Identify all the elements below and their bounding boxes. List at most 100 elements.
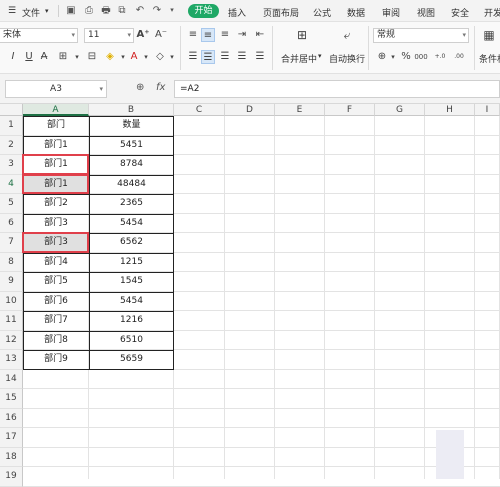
font-color-dropdown-icon[interactable]: ▾: [139, 50, 153, 64]
menu-icon[interactable]: ☰: [8, 6, 16, 16]
border-icon[interactable]: ⊞: [56, 50, 70, 64]
font-size-select[interactable]: 11 ▾: [84, 28, 134, 43]
wrap-text-icon[interactable]: ⤶: [337, 28, 357, 42]
align-right-icon[interactable]: ☰: [218, 50, 232, 64]
distributed-icon[interactable]: ☰: [253, 50, 267, 64]
outdent-icon[interactable]: ⇤: [253, 28, 267, 42]
merge-center-label[interactable]: 合并居中: [281, 52, 317, 65]
tab-security[interactable]: 安全: [451, 6, 469, 19]
select-all-corner[interactable]: [0, 104, 23, 116]
header-cell[interactable]: 数量: [89, 116, 174, 136]
table-cell[interactable]: 部门5: [23, 272, 89, 292]
file-dropdown-icon[interactable]: ▾: [45, 7, 49, 15]
decrease-decimal-icon[interactable]: .00: [452, 50, 466, 64]
column-header-i[interactable]: I: [475, 104, 500, 116]
print-icon[interactable]: 🖶: [100, 4, 112, 17]
column-header-b[interactable]: B: [89, 104, 174, 116]
row-header-6[interactable]: 6: [0, 213, 23, 233]
number-format-select[interactable]: 常规 ▾: [373, 28, 469, 43]
row-header-8[interactable]: 8: [0, 252, 23, 272]
table-cell[interactable]: 部门2: [23, 194, 89, 214]
table-cell[interactable]: 6562: [89, 233, 174, 253]
tab-review[interactable]: 审阅: [382, 6, 400, 19]
table-cell[interactable]: 5451: [89, 136, 174, 156]
table-cell[interactable]: 5454: [89, 292, 174, 312]
row-header-3[interactable]: 3: [0, 155, 23, 175]
file-menu[interactable]: 文件: [22, 6, 40, 19]
table-cell[interactable]: 部门1: [23, 136, 89, 156]
zoom-icon[interactable]: ⊕: [136, 82, 144, 93]
strikethrough-icon[interactable]: A̶: [37, 50, 51, 64]
column-header-d[interactable]: D: [225, 104, 275, 116]
row-header-19[interactable]: 19: [0, 467, 23, 487]
row-header-14[interactable]: 14: [0, 369, 23, 389]
redo-icon[interactable]: ↷: [151, 4, 163, 17]
wrap-text-label[interactable]: 自动换行: [329, 52, 365, 65]
underline-icon[interactable]: U: [22, 50, 36, 64]
conditional-format-icon[interactable]: ▦: [482, 28, 496, 42]
fill-color-icon[interactable]: ◈: [103, 50, 117, 64]
row-header-10[interactable]: 10: [0, 291, 23, 311]
tab-home[interactable]: 开始: [188, 4, 219, 18]
table-cell[interactable]: 部门6: [23, 292, 89, 312]
indent-icon[interactable]: ⇥: [235, 28, 249, 42]
table-cell[interactable]: 1545: [89, 272, 174, 292]
decrease-font-icon[interactable]: A⁻: [154, 28, 168, 42]
export-icon[interactable]: ⧉: [116, 4, 128, 17]
increase-font-icon[interactable]: A⁺: [136, 28, 150, 42]
align-bottom-icon[interactable]: ≡: [218, 28, 232, 42]
table-cell[interactable]: 5659: [89, 350, 174, 370]
row-header-7[interactable]: 7: [0, 233, 23, 253]
merge-center-icon[interactable]: ⊞: [292, 28, 312, 42]
column-header-f[interactable]: F: [325, 104, 375, 116]
table-cell[interactable]: 1216: [89, 311, 174, 331]
row-header-18[interactable]: 18: [0, 447, 23, 467]
undo-icon[interactable]: ↶: [134, 4, 146, 17]
row-header-2[interactable]: 2: [0, 135, 23, 155]
row-header-12[interactable]: 12: [0, 330, 23, 350]
tab-data[interactable]: 数据: [347, 6, 365, 19]
print-preview-icon[interactable]: ⎙: [83, 4, 95, 17]
row-header-4[interactable]: 4: [0, 174, 23, 194]
column-header-h[interactable]: H: [425, 104, 475, 116]
align-middle-icon[interactable]: ≡: [201, 28, 215, 42]
formula-input[interactable]: =A2: [174, 80, 500, 98]
row-header-15[interactable]: 15: [0, 389, 23, 409]
table-cell[interactable]: 5454: [89, 214, 174, 234]
currency-dropdown-icon[interactable]: ▾: [386, 50, 400, 64]
justify-icon[interactable]: ☰: [235, 50, 249, 64]
merge-cells-icon[interactable]: ⊟: [85, 50, 99, 64]
table-cell[interactable]: 部门8: [23, 331, 89, 351]
align-top-icon[interactable]: ≡: [186, 28, 200, 42]
fx-icon[interactable]: fx: [156, 82, 165, 93]
row-header-16[interactable]: 16: [0, 408, 23, 428]
merge-dropdown-icon[interactable]: ▾: [318, 52, 322, 60]
increase-decimal-icon[interactable]: +.0: [433, 50, 447, 64]
column-header-g[interactable]: G: [375, 104, 425, 116]
row-header-17[interactable]: 17: [0, 428, 23, 448]
tab-page-layout[interactable]: 页面布局: [263, 6, 299, 19]
table-cell[interactable]: 部门4: [23, 253, 89, 273]
align-left-icon[interactable]: ☰: [186, 50, 200, 64]
row-header-11[interactable]: 11: [0, 311, 23, 331]
row-header-1[interactable]: 1: [0, 116, 23, 136]
border-dropdown-icon[interactable]: ▾: [70, 50, 84, 64]
clear-dropdown-icon[interactable]: ▾: [165, 50, 179, 64]
name-box[interactable]: A3 ▾: [5, 80, 107, 98]
table-cell[interactable]: 部门7: [23, 311, 89, 331]
column-header-a[interactable]: A: [23, 104, 89, 116]
row-header-13[interactable]: 13: [0, 350, 23, 370]
tab-view[interactable]: 视图: [417, 6, 435, 19]
row-header-9[interactable]: 9: [0, 272, 23, 292]
percent-icon[interactable]: %: [399, 50, 413, 64]
save-icon[interactable]: ▣: [65, 4, 77, 17]
row-header-5[interactable]: 5: [0, 194, 23, 214]
thousands-icon[interactable]: 000: [414, 50, 428, 64]
tab-insert[interactable]: 插入: [228, 6, 246, 19]
align-center-icon[interactable]: ☰: [201, 50, 215, 64]
table-cell[interactable]: 48484: [89, 175, 174, 195]
table-cell[interactable]: 1215: [89, 253, 174, 273]
italic-icon[interactable]: I: [6, 50, 20, 64]
tab-developer[interactable]: 开发: [484, 6, 500, 19]
table-cell[interactable]: 部门9: [23, 350, 89, 370]
